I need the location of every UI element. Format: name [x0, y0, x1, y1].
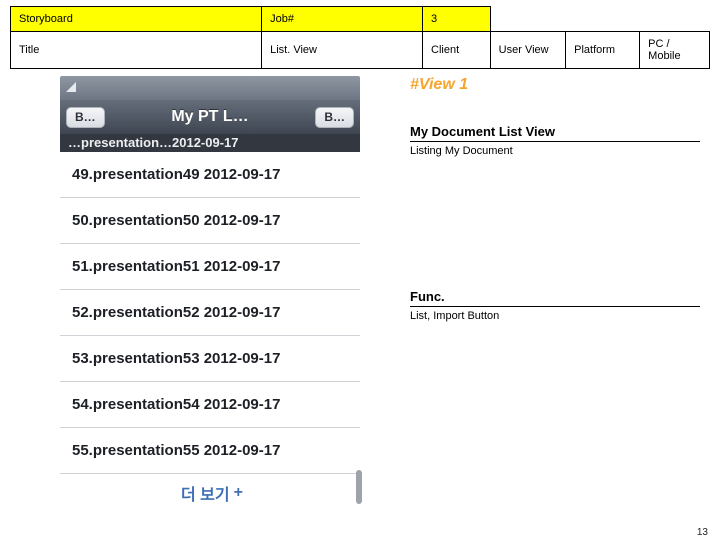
client-value: User View — [490, 32, 565, 69]
list-item[interactable]: 54.presentation54 2012-09-17 — [60, 382, 360, 428]
list-item[interactable]: 53.presentation53 2012-09-17 — [60, 336, 360, 382]
load-more-button[interactable]: 더 보기 + — [60, 474, 360, 512]
client-label: Client — [423, 32, 491, 69]
view-tag: #View 1 — [410, 76, 700, 94]
title-label: Title — [11, 32, 262, 69]
func-body: List, Import Button — [410, 307, 700, 322]
scrollbar-thumb[interactable] — [356, 470, 362, 504]
func-title: Func. — [410, 289, 700, 307]
list-item-partial: …presentation…2012-09-17 — [60, 134, 360, 152]
load-more-label: 더 보기 — [181, 481, 230, 505]
list-item[interactable]: 50.presentation50 2012-09-17 — [60, 198, 360, 244]
nav-bar: B… My PT L… B… — [60, 100, 360, 134]
list-item[interactable]: 52.presentation52 2012-09-17 — [60, 290, 360, 336]
list-item[interactable]: 55.presentation55 2012-09-17 — [60, 428, 360, 474]
platform-value: PC / Mobile — [640, 32, 710, 69]
job-number-label: Job# — [262, 7, 423, 32]
platform-label: Platform — [566, 32, 640, 69]
nav-title: My PT L… — [113, 108, 308, 126]
annotation-panel: #View 1 My Document List View Listing My… — [410, 76, 700, 322]
section-body: Listing My Document — [410, 142, 700, 157]
plus-icon: + — [234, 484, 243, 502]
storyboard-label: Storyboard — [11, 7, 262, 32]
page-number: 13 — [697, 527, 708, 538]
back-button[interactable]: B… — [66, 107, 105, 128]
signal-icon — [66, 82, 76, 92]
status-bar — [60, 76, 360, 100]
job-number-value: 3 — [423, 7, 491, 32]
mobile-mockup: B… My PT L… B… …presentation…2012-09-17 … — [60, 76, 360, 506]
document-list[interactable]: 49.presentation49 2012-09-17 50.presenta… — [60, 152, 360, 512]
section-title: My Document List View — [410, 124, 700, 142]
spec-header-table: Storyboard Job# 3 Title List. View Clien… — [10, 6, 710, 69]
title-value: List. View — [262, 32, 423, 69]
list-item[interactable]: 51.presentation51 2012-09-17 — [60, 244, 360, 290]
import-button[interactable]: B… — [315, 107, 354, 128]
list-item[interactable]: 49.presentation49 2012-09-17 — [60, 152, 360, 198]
